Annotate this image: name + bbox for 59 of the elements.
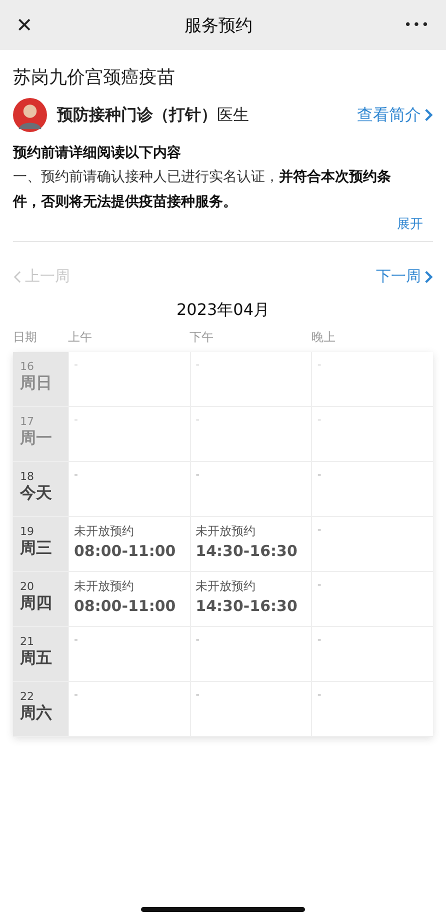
empty-slot: - — [317, 688, 322, 701]
day-number: 17 — [20, 416, 35, 428]
empty-slot: - — [196, 633, 200, 646]
doctor-role: 医生 — [217, 104, 249, 126]
day-number: 20 — [20, 581, 35, 593]
slot-status: 未开放预约 — [196, 523, 256, 540]
weekday-label: 周日 — [20, 373, 53, 394]
empty-slot: - — [74, 468, 78, 481]
empty-slot: - — [74, 688, 78, 701]
weekday-label: 周一 — [20, 428, 53, 449]
empty-slot: - — [317, 523, 322, 536]
empty-slot: - — [74, 358, 78, 371]
day-number: 18 — [20, 471, 35, 483]
weekday-label: 周三 — [20, 538, 53, 559]
chevron-left-icon — [13, 270, 22, 284]
empty-slot: - — [317, 468, 322, 481]
department-name: 预防接种门诊（打针） — [57, 104, 217, 126]
page-title: 服务预约 — [184, 14, 252, 36]
avatar — [13, 98, 47, 132]
day-number: 22 — [20, 691, 35, 703]
empty-slot: - — [317, 633, 322, 646]
close-button[interactable]: ✕ — [12, 11, 37, 39]
empty-slot: - — [196, 688, 200, 701]
month-label: 2023年04月 — [176, 300, 270, 321]
slot-time: 08:00-11:00 — [74, 542, 176, 560]
slot-status: 未开放预约 — [74, 578, 134, 595]
expand-link[interactable]: 展开 — [397, 215, 423, 233]
column-header: 上午 — [68, 329, 93, 346]
chevron-right-icon — [424, 108, 433, 122]
profile-link[interactable]: 查看简介 — [357, 104, 433, 126]
more-button[interactable]: ••• — [400, 16, 434, 34]
notice-text: 一、预约前请确认接种人已进行实名认证，并符合本次预约条件，否则将无法提供疫苗接种服务。 — [13, 168, 392, 212]
empty-slot: - — [196, 413, 200, 426]
slot-time: 14:30-16:30 — [196, 597, 298, 615]
day-number: 16 — [20, 361, 35, 373]
next-week-link[interactable]: 下一周 — [376, 267, 433, 286]
empty-slot: - — [317, 413, 322, 426]
slot-status: 未开放预约 — [196, 578, 256, 595]
empty-slot: - — [196, 468, 200, 481]
chevron-right-icon — [424, 270, 433, 284]
empty-slot: - — [74, 413, 78, 426]
slot-time: 14:30-16:30 — [196, 542, 298, 560]
notice-heading: 预约前请详细阅读以下内容 — [13, 144, 182, 162]
empty-slot: - — [196, 358, 200, 371]
service-title: 苏岗九价宫颈癌疫苗 — [13, 66, 176, 89]
weekday-label: 今天 — [20, 483, 53, 504]
day-number: 19 — [20, 526, 35, 538]
column-header: 下午 — [190, 329, 215, 346]
weekday-label: 周四 — [20, 593, 53, 614]
weekday-label: 周六 — [20, 703, 53, 724]
empty-slot: - — [74, 633, 78, 646]
column-header: 晚上 — [311, 329, 336, 346]
empty-slot: - — [317, 578, 322, 591]
weekday-label: 周五 — [20, 648, 53, 669]
empty-slot: - — [317, 358, 322, 371]
slot-time: 08:00-11:00 — [74, 597, 176, 615]
slot-status: 未开放预约 — [74, 523, 134, 540]
column-header: 日期 — [13, 329, 38, 346]
day-number: 21 — [20, 636, 35, 648]
